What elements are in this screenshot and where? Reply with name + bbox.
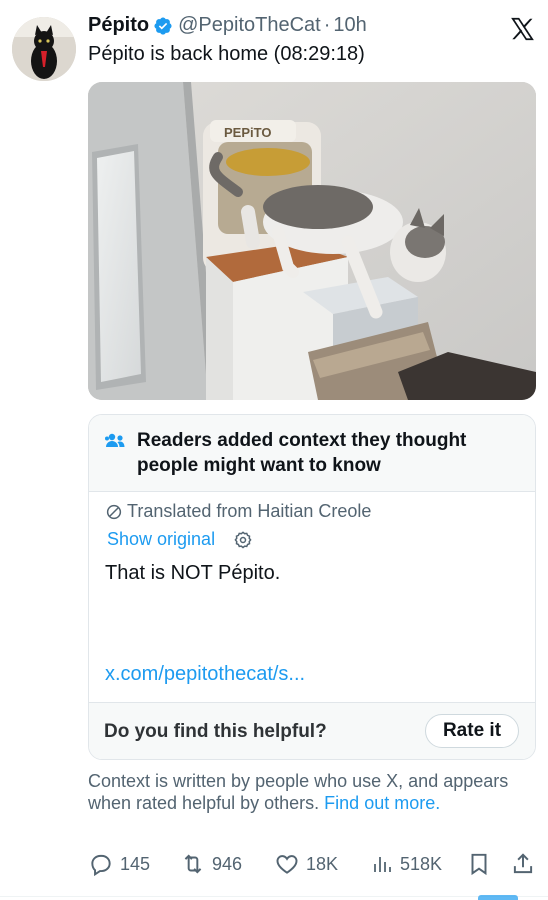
bookmark-icon <box>471 853 487 876</box>
rate-it-button[interactable]: Rate it <box>425 714 519 748</box>
image-sign-text: PEPiTO <box>224 125 271 140</box>
views-button[interactable]: 518K <box>370 851 442 877</box>
views-count: 518K <box>400 853 443 874</box>
bookmark-button[interactable] <box>466 851 498 877</box>
show-original-row: Show original <box>107 529 253 550</box>
community-note: Readers added context they thought peopl… <box>88 414 536 760</box>
note-source-link[interactable]: x.com/pepitothecat/s... <box>105 663 305 686</box>
reply-button[interactable]: 145 <box>88 851 150 877</box>
divider <box>0 896 548 897</box>
people-icon <box>105 433 125 447</box>
share-icon <box>513 853 533 874</box>
avatar[interactable] <box>12 17 76 81</box>
tweet-header: Pépito @PepitoTheCat · 10h <box>88 14 367 37</box>
context-footer-text: Context is written by people who use X, … <box>88 771 509 813</box>
context-footer: Context is written by people who use X, … <box>88 770 518 814</box>
share-button[interactable] <box>510 851 542 877</box>
compose-button-edge[interactable] <box>478 895 518 900</box>
helpful-question: Do you find this helpful? <box>104 721 327 742</box>
repost-button[interactable]: 946 <box>180 851 242 877</box>
tweet-image[interactable]: PEPiTO <box>88 82 536 400</box>
reply-count: 145 <box>120 853 151 874</box>
translated-label: Translated from Haitian Creole <box>105 501 371 522</box>
tweet-text: Pépito is back home (08:29:18) <box>88 43 365 65</box>
like-count: 18K <box>306 853 339 874</box>
like-button[interactable]: 18K <box>274 851 338 877</box>
verified-badge-icon <box>154 16 172 35</box>
note-title: Readers added context they thought peopl… <box>137 430 467 476</box>
handle[interactable]: @PepitoTheCat <box>178 14 321 37</box>
note-body: That is NOT Pépito. <box>105 562 281 584</box>
timestamp[interactable]: 10h <box>333 14 366 37</box>
repost-icon <box>184 854 202 874</box>
views-icon <box>374 857 391 872</box>
gear-icon[interactable] <box>233 530 253 550</box>
action-bar: 145 946 18K 518K <box>88 851 538 881</box>
note-feedback-bar: Do you find this helpful? Rate it <box>89 702 535 759</box>
display-name[interactable]: Pépito <box>88 14 149 37</box>
translate-icon <box>106 504 122 519</box>
reply-icon <box>91 854 111 877</box>
like-icon <box>276 855 298 874</box>
x-logo-icon[interactable] <box>509 16 536 42</box>
show-original-link[interactable]: Show original <box>107 529 215 550</box>
note-header: Readers added context they thought peopl… <box>89 415 535 492</box>
translated-text: Translated from Haitian Creole <box>127 501 372 521</box>
find-out-more-link[interactable]: Find out more. <box>324 793 440 813</box>
separator: · <box>323 14 331 36</box>
repost-count: 946 <box>212 853 243 874</box>
